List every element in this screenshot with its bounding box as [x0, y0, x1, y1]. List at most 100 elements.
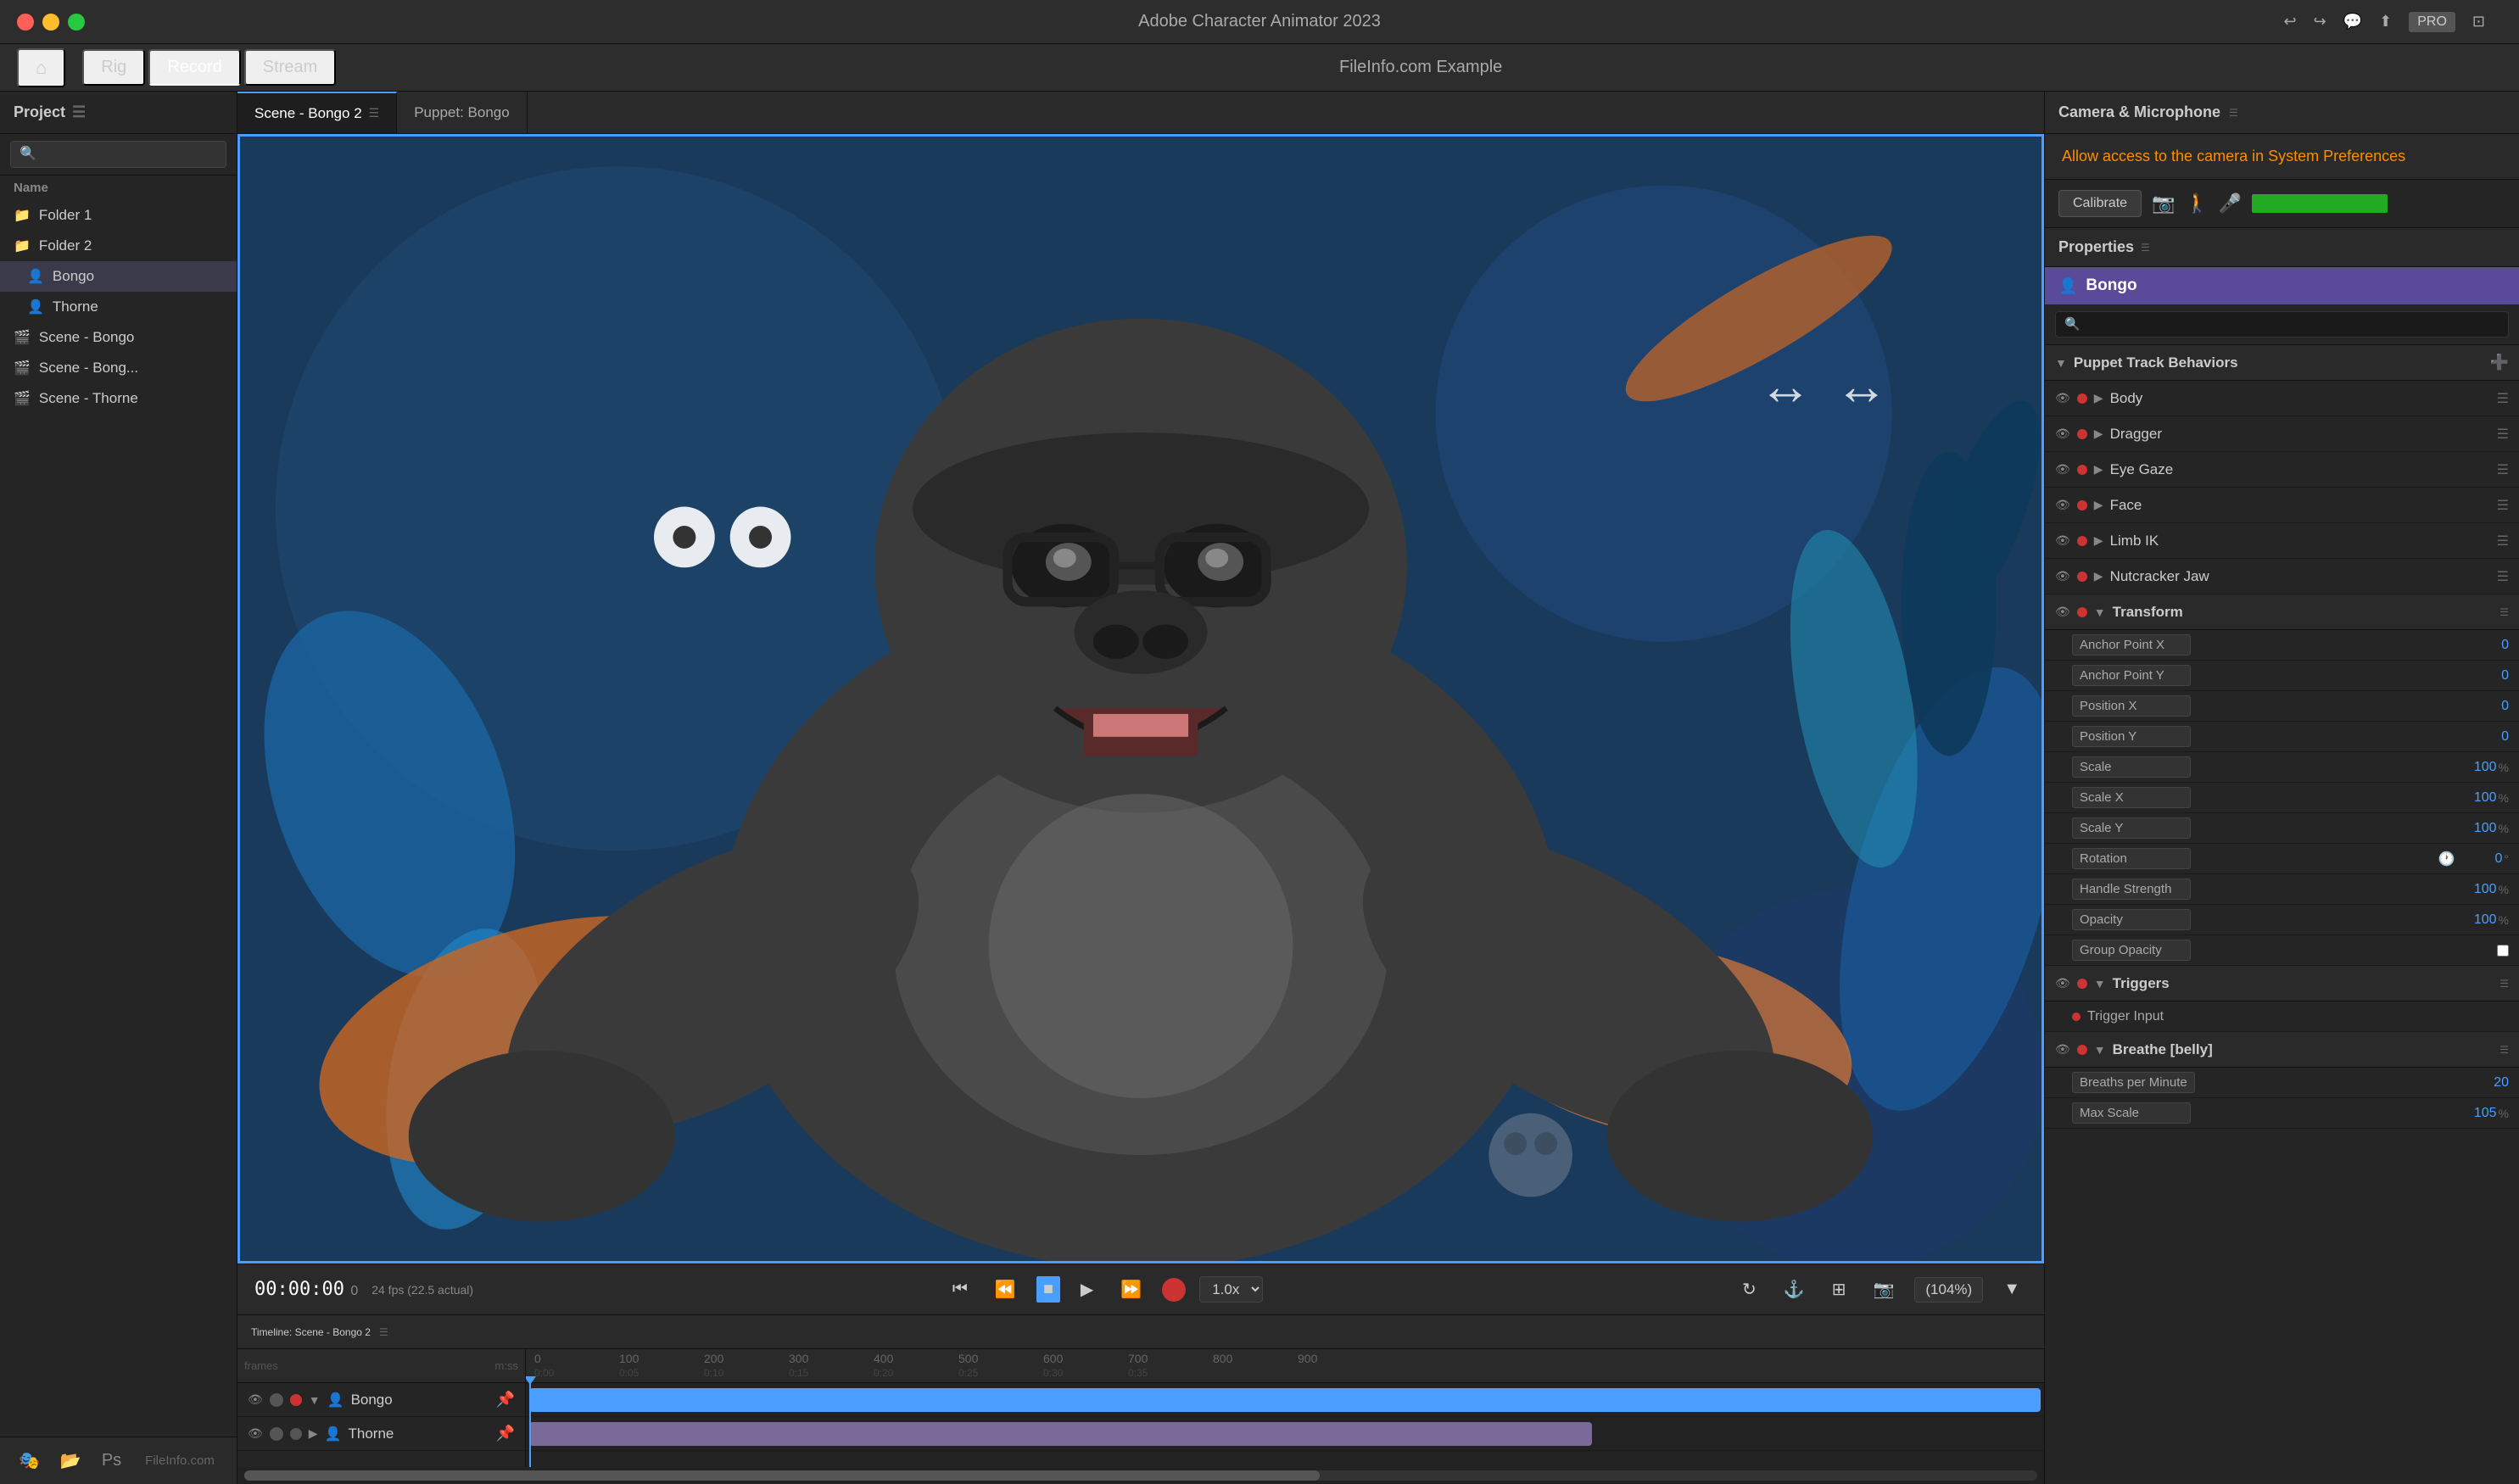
eye-icon-face[interactable]: 👁 [2055, 498, 2070, 512]
track-options-thorne[interactable]: 📌 [496, 1425, 515, 1442]
behavior-menu-eyegaze[interactable]: ☰ [2497, 461, 2509, 478]
expand-arrow-body[interactable]: ▶ [2094, 391, 2103, 405]
playhead[interactable] [529, 1383, 531, 1467]
properties-menu-icon[interactable]: ☰ [2141, 242, 2150, 254]
behavior-eye-gaze[interactable]: 👁 ▶ Eye Gaze ☰ [2045, 452, 2519, 488]
expand-arrow-eyegaze[interactable]: ▶ [2094, 462, 2103, 477]
track-area[interactable] [526, 1383, 2044, 1467]
traffic-light-maximize[interactable] [68, 14, 85, 31]
record-menu[interactable]: Record [148, 49, 240, 86]
eye-icon-triggers[interactable]: 👁 [2055, 976, 2070, 990]
behavior-dragger[interactable]: 👁 ▶ Dragger ☰ [2045, 416, 2519, 452]
expand-arrow-nutcracker[interactable]: ▶ [2094, 569, 2103, 583]
project-item-scene-bong2[interactable]: 🎬 Scene - Bong... [0, 353, 237, 383]
home-button[interactable]: ⌂ [17, 48, 65, 87]
eye-icon-nutcracker[interactable]: 👁 [2055, 569, 2070, 583]
behavior-nutcracker[interactable]: 👁 ▶ Nutcracker Jaw ☰ [2045, 559, 2519, 594]
puppet-track-section-header[interactable]: ▼ Puppet Track Behaviors ➕ [2045, 345, 2519, 381]
eye-icon-dragger[interactable]: 👁 [2055, 427, 2070, 441]
triggers-menu-icon[interactable]: ☰ [2499, 978, 2509, 990]
behavior-menu-limbik[interactable]: ☰ [2497, 533, 2509, 550]
camera-mic-menu-icon[interactable]: ☰ [2229, 107, 2238, 119]
prop-value-scale[interactable]: 100 [2455, 760, 2497, 775]
undo-button[interactable]: ↩ [2284, 13, 2297, 31]
expand-arrow-limbik[interactable]: ▶ [2094, 533, 2103, 548]
expand-arrow-dragger[interactable]: ▶ [2094, 427, 2103, 441]
track-row-thorne[interactable] [526, 1417, 2044, 1451]
project-search-input[interactable] [10, 141, 226, 168]
track-clip-bongo[interactable] [529, 1388, 2041, 1412]
anchor-button[interactable]: ⚓ [1777, 1275, 1812, 1303]
prop-name-scale[interactable]: Scale [2072, 756, 2191, 778]
track-row-bongo[interactable] [526, 1383, 2044, 1417]
prop-name-group-opacity[interactable]: Group Opacity [2072, 940, 2191, 961]
transform-menu-icon[interactable]: ☰ [2499, 606, 2509, 618]
stop-button[interactable]: ■ [1036, 1276, 1060, 1303]
eye-icon-limbik[interactable]: 👁 [2055, 533, 2070, 548]
prop-name-position-x[interactable]: Position X [2072, 695, 2191, 717]
timeline-scrollbar[interactable] [244, 1470, 2037, 1481]
prop-value-anchor-y[interactable]: 0 [2466, 668, 2509, 683]
scene-tab-menu-icon[interactable]: ☰ [369, 106, 380, 120]
prop-name-max-scale[interactable]: Max Scale [2072, 1102, 2191, 1124]
prop-name-position-y[interactable]: Position Y [2072, 726, 2191, 747]
play-button[interactable]: ▶ [1074, 1275, 1100, 1303]
project-item-bongo[interactable]: 👤 Bongo [0, 261, 237, 292]
new-layer-button[interactable]: 🎭 [14, 1445, 45, 1476]
project-item-scene-thorne[interactable]: 🎬 Scene - Thorne [0, 383, 237, 414]
prop-value-rotation[interactable]: 0 [2460, 851, 2502, 867]
track-clip-thorne[interactable] [529, 1422, 1592, 1446]
prop-value-max-scale[interactable]: 105 [2455, 1106, 2497, 1121]
prop-value-anchor-x[interactable]: 0 [2466, 638, 2509, 653]
zoom-level[interactable]: (104%) [1914, 1277, 1983, 1303]
eye-icon-transform[interactable]: 👁 [2055, 605, 2070, 619]
photoshop-button[interactable]: Ps [97, 1446, 126, 1476]
expand-arrow-face[interactable]: ▶ [2094, 498, 2103, 512]
grid-button[interactable]: ⊞ [1825, 1275, 1853, 1303]
properties-search-input[interactable] [2055, 311, 2509, 338]
refresh-button[interactable]: ↻ [1735, 1275, 1763, 1303]
prop-name-anchor-y[interactable]: Anchor Point Y [2072, 665, 2191, 686]
behavior-menu-body[interactable]: ☰ [2497, 390, 2509, 407]
behavior-menu-face[interactable]: ☰ [2497, 497, 2509, 514]
behavior-face[interactable]: 👁 ▶ Face ☰ [2045, 488, 2519, 523]
track-options-bongo[interactable]: 📌 [496, 1391, 515, 1409]
puppet-track-add-icon[interactable]: ➕ [2490, 354, 2509, 371]
camera-2-button[interactable]: 📷 [1866, 1275, 1901, 1303]
prop-name-scale-y[interactable]: Scale Y [2072, 817, 2191, 839]
eye-icon-breathe[interactable]: 👁 [2055, 1042, 2070, 1057]
comment-button[interactable]: 💬 [2343, 13, 2362, 31]
prop-name-opacity[interactable]: Opacity [2072, 909, 2191, 930]
behavior-limb-ik[interactable]: 👁 ▶ Limb IK ☰ [2045, 523, 2519, 559]
speed-selector[interactable]: 1.0x [1199, 1276, 1263, 1303]
prop-value-opacity[interactable]: 100 [2455, 912, 2497, 928]
step-back-button[interactable]: ⏪ [988, 1275, 1023, 1303]
eye-icon-thorne[interactable]: 👁 [248, 1426, 263, 1441]
breathe-menu-icon[interactable]: ☰ [2499, 1044, 2509, 1056]
redo-button[interactable]: ↪ [2314, 13, 2326, 31]
share-button[interactable]: ⬆ [2379, 13, 2392, 31]
prop-name-anchor-x[interactable]: Anchor Point X [2072, 634, 2191, 656]
traffic-light-minimize[interactable] [42, 14, 59, 31]
project-item-thorne[interactable]: 👤 Thorne [0, 292, 237, 322]
calibrate-button[interactable]: Calibrate [2058, 190, 2142, 217]
prop-name-handle-strength[interactable]: Handle Strength [2072, 879, 2191, 900]
traffic-light-close[interactable] [17, 14, 34, 31]
project-item-folder1[interactable]: 📁 Folder 1 [0, 200, 237, 231]
transform-collapse-arrow[interactable]: ▼ [2094, 605, 2106, 619]
prop-name-scale-x[interactable]: Scale X [2072, 787, 2191, 808]
prop-value-scale-y[interactable]: 100 [2455, 821, 2497, 836]
transform-section-header[interactable]: 👁 ▼ Transform ☰ [2045, 594, 2519, 630]
skip-to-start-button[interactable]: ⏮ [946, 1276, 975, 1303]
project-menu-icon[interactable]: ☰ [72, 103, 86, 121]
new-folder-button[interactable]: 📂 [55, 1445, 87, 1476]
triggers-section-header[interactable]: 👁 ▼ Triggers ☰ [2045, 966, 2519, 1001]
prop-name-breaths[interactable]: Breaths per Minute [2072, 1072, 2195, 1093]
triggers-collapse-arrow[interactable]: ▼ [2094, 977, 2106, 990]
prop-value-position-x[interactable]: 0 [2466, 699, 2509, 714]
breathe-collapse-arrow[interactable]: ▼ [2094, 1043, 2106, 1057]
record-button[interactable] [1162, 1278, 1186, 1302]
timeline-menu-icon[interactable]: ☰ [379, 1326, 388, 1338]
behavior-menu-nutcracker[interactable]: ☰ [2497, 568, 2509, 585]
expand-arrow-bongo[interactable]: ▼ [309, 1393, 321, 1407]
